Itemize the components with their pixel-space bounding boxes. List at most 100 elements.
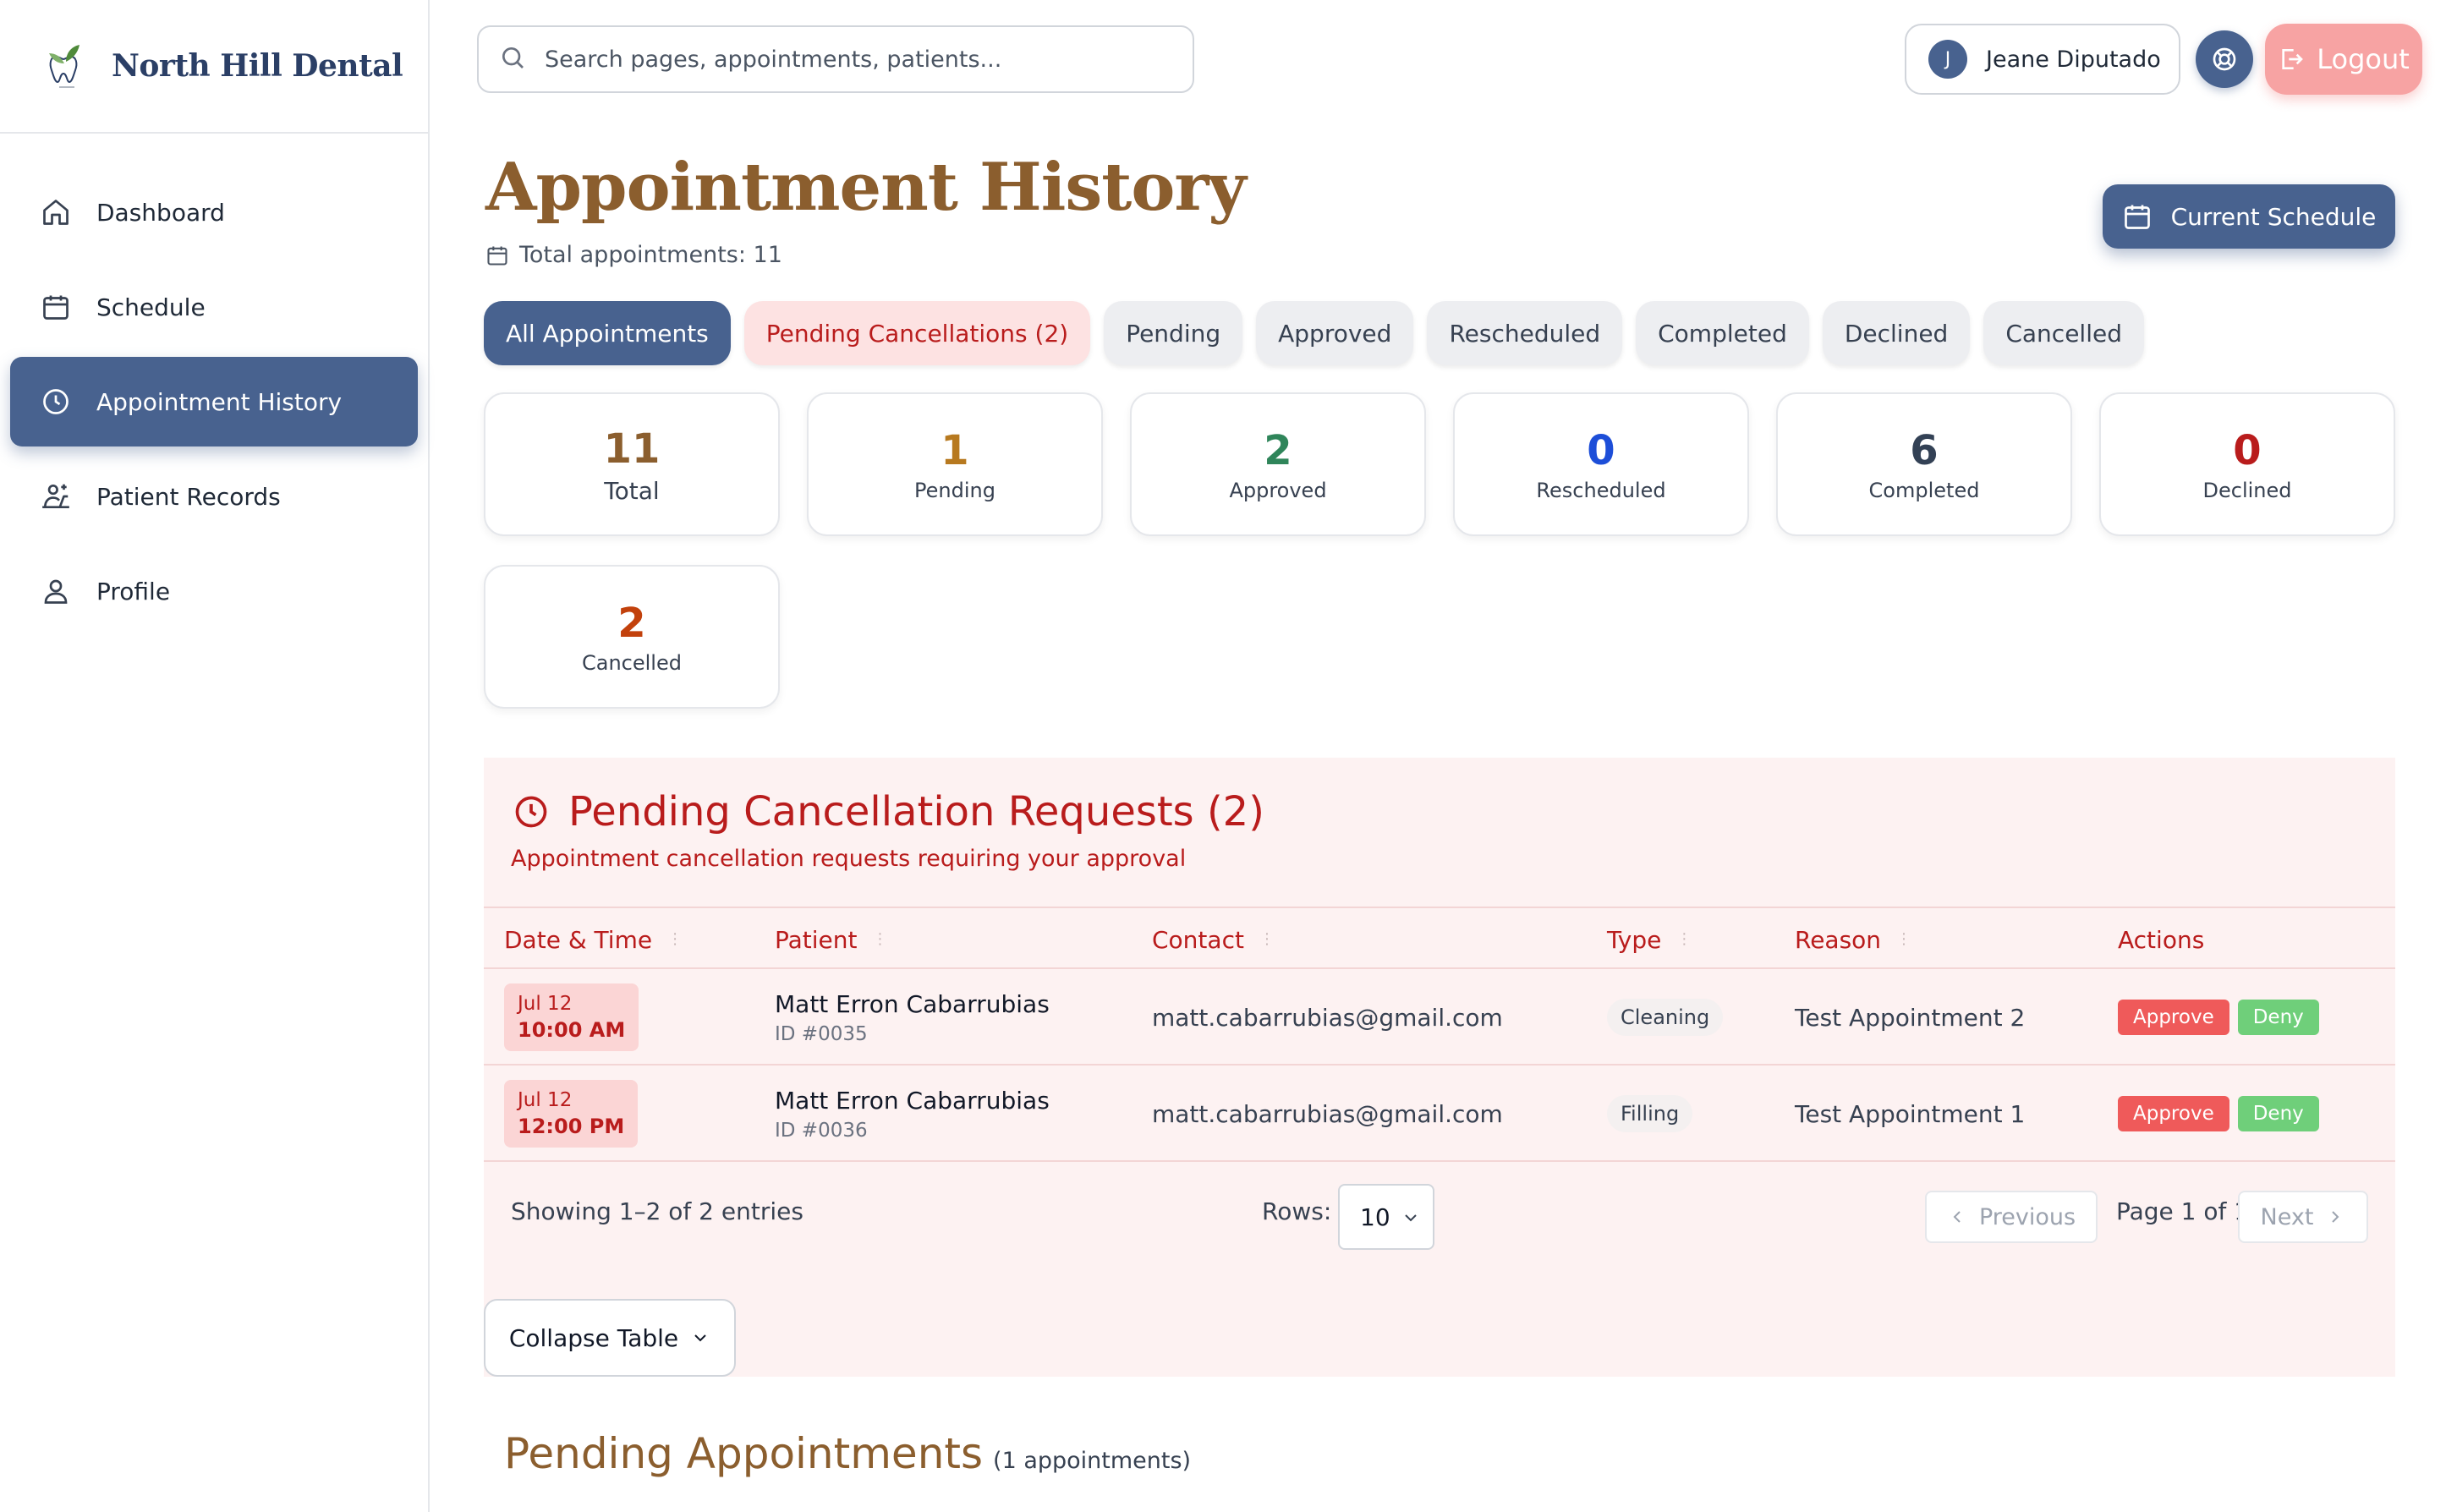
calendar-icon [39, 290, 73, 324]
approve-button[interactable]: Approve [2118, 1000, 2229, 1035]
entries-summary: Showing 1–2 of 2 entries [511, 1197, 803, 1225]
contact-cell: matt.cabarrubias@gmail.com [1152, 969, 1503, 1066]
clock-icon [39, 385, 73, 419]
sort-icon: ⋮ [1896, 930, 1912, 948]
appointment-date: Jul 12 [518, 993, 573, 1015]
help-icon [2213, 47, 2236, 71]
tab-approved[interactable]: Approved [1256, 301, 1414, 365]
pending-appointments-title: Pending Appointments [504, 1429, 984, 1478]
current-schedule-button[interactable]: Current Schedule [2103, 184, 2395, 249]
next-page-button[interactable]: Next [2238, 1191, 2368, 1243]
user-name: Jeane Diputado [1986, 46, 2161, 73]
section-title-text: Pending Cancellation Requests (2) [568, 788, 1264, 835]
rows-per-page-select[interactable]: 10 [1338, 1184, 1434, 1250]
stat-value: 1 [941, 427, 969, 474]
sidebar-nav: Dashboard Schedule Appointment History P… [0, 134, 428, 636]
stat-card-pending: 1 Pending [807, 392, 1103, 536]
calendar-icon [487, 246, 507, 266]
rows-per-page-value: 10 [1360, 1202, 1390, 1231]
stat-value: 0 [1587, 427, 1615, 474]
column-header-label: Reason [1795, 925, 1882, 954]
sidebar-item-label: Dashboard [96, 198, 225, 227]
pending-appointments-count: (1 appointments) [993, 1448, 1192, 1474]
stat-card-approved: 2 Approved [1130, 392, 1426, 536]
column-header-label: Patient [775, 925, 858, 954]
rows-label: Rows: [1262, 1197, 1332, 1225]
table-row: Jul 12 12:00 PM Matt Erron Cabarrubias I… [484, 1066, 2395, 1162]
stat-value: 11 [603, 425, 661, 473]
tab-all-appointments[interactable]: All Appointments [484, 301, 731, 365]
stat-label: Completed [1868, 479, 1980, 502]
column-header-date-time[interactable]: Date & Time ⋮ [504, 908, 683, 971]
column-header-reason[interactable]: Reason ⋮ [1795, 908, 1911, 971]
sort-icon: ⋮ [1259, 930, 1275, 948]
stat-value: 6 [1910, 427, 1939, 474]
stat-value: 2 [1264, 427, 1292, 474]
tab-cancelled[interactable]: Cancelled [1983, 301, 2144, 365]
column-header-type[interactable]: Type ⋮ [1607, 908, 1692, 971]
pending-cancellation-section: Pending Cancellation Requests (2) Appoin… [484, 758, 2395, 1377]
chevron-down-icon [694, 1334, 706, 1342]
sidebar-item-label: Schedule [96, 293, 206, 321]
appointment-time: 12:00 PM [518, 1115, 625, 1138]
sidebar-item-label: Appointment History [96, 387, 343, 416]
patient-id: ID #0036 [775, 1119, 868, 1142]
pending-appointments-heading: Pending Appointments (1 appointments) [504, 1429, 1191, 1478]
previous-page-button[interactable]: Previous [1925, 1191, 2098, 1243]
date-badge: Jul 12 10:00 AM [504, 983, 639, 1051]
approve-button[interactable]: Approve [2118, 1096, 2229, 1131]
collapse-table-button[interactable]: Collapse Table [484, 1299, 736, 1377]
date-time-cell: Jul 12 12:00 PM [504, 1066, 639, 1162]
stat-card-cancelled: 2 Cancelled [484, 565, 780, 709]
tab-pending[interactable]: Pending [1104, 301, 1243, 365]
chevron-down-icon [1405, 1214, 1417, 1222]
reason-cell: Test Appointment 2 [1795, 969, 2025, 1066]
column-header-contact[interactable]: Contact ⋮ [1152, 908, 1275, 971]
column-header-patient[interactable]: Patient ⋮ [775, 908, 888, 971]
patient-records-icon [39, 479, 73, 513]
tab-declined[interactable]: Declined [1822, 301, 1971, 365]
sidebar: North Hill Dental Dashboard Schedule App… [0, 0, 430, 1512]
sort-icon: ⋮ [667, 930, 683, 948]
tooth-leaf-logo-icon [49, 45, 80, 88]
sidebar-item-schedule[interactable]: Schedule [10, 262, 418, 352]
search-icon [499, 44, 526, 74]
total-appointments-text: Total appointments: 11 [519, 242, 782, 268]
stat-label: Pending [914, 479, 995, 502]
patient-email: matt.cabarrubias@gmail.com [1152, 1099, 1503, 1128]
stat-label: Approved [1229, 479, 1327, 502]
sidebar-item-appointment-history[interactable]: Appointment History [10, 357, 418, 446]
search-input[interactable] [545, 46, 1187, 73]
sidebar-item-label: Profile [96, 577, 171, 605]
clock-icon [515, 796, 547, 828]
patient-name: Matt Erron Cabarrubias [775, 1086, 1050, 1115]
table-row: Jul 12 10:00 AM Matt Erron Cabarrubias I… [484, 969, 2395, 1066]
stat-card-declined: 0 Declined [2099, 392, 2395, 536]
sidebar-item-label: Patient Records [96, 482, 281, 511]
stat-card-total: 11 Total [484, 392, 780, 536]
tab-completed[interactable]: Completed [1636, 301, 1809, 365]
search-bar[interactable] [477, 25, 1194, 93]
deny-button[interactable]: Deny [2237, 1096, 2319, 1131]
stat-label: Declined [2202, 479, 2292, 502]
sidebar-item-profile[interactable]: Profile [10, 546, 418, 636]
sidebar-item-patient-records[interactable]: Patient Records [10, 452, 418, 541]
chevron-left-icon [1953, 1211, 1961, 1223]
page-title: Appointment History [485, 149, 1247, 226]
tab-rescheduled[interactable]: Rescheduled [1427, 301, 1623, 365]
deny-button[interactable]: Deny [2237, 1000, 2319, 1035]
help-button[interactable] [2196, 30, 2253, 88]
user-menu-button[interactable]: J Jeane Diputado [1905, 24, 2180, 95]
sort-icon: ⋮ [872, 930, 888, 948]
sidebar-item-dashboard[interactable]: Dashboard [10, 167, 418, 257]
logout-label: Logout [2317, 43, 2410, 75]
tab-pending-cancellations[interactable]: Pending Cancellations (2) [743, 301, 1091, 365]
column-header-label: Actions [2118, 925, 2205, 954]
logout-icon [2282, 49, 2304, 69]
type-cell: Filling [1607, 1066, 1693, 1162]
avatar: J [1928, 40, 1967, 79]
stat-card-rescheduled: 0 Rescheduled [1453, 392, 1749, 536]
brand[interactable]: North Hill Dental [0, 0, 428, 134]
previous-label: Previous [1978, 1203, 2076, 1230]
logout-button[interactable]: Logout [2265, 24, 2422, 95]
